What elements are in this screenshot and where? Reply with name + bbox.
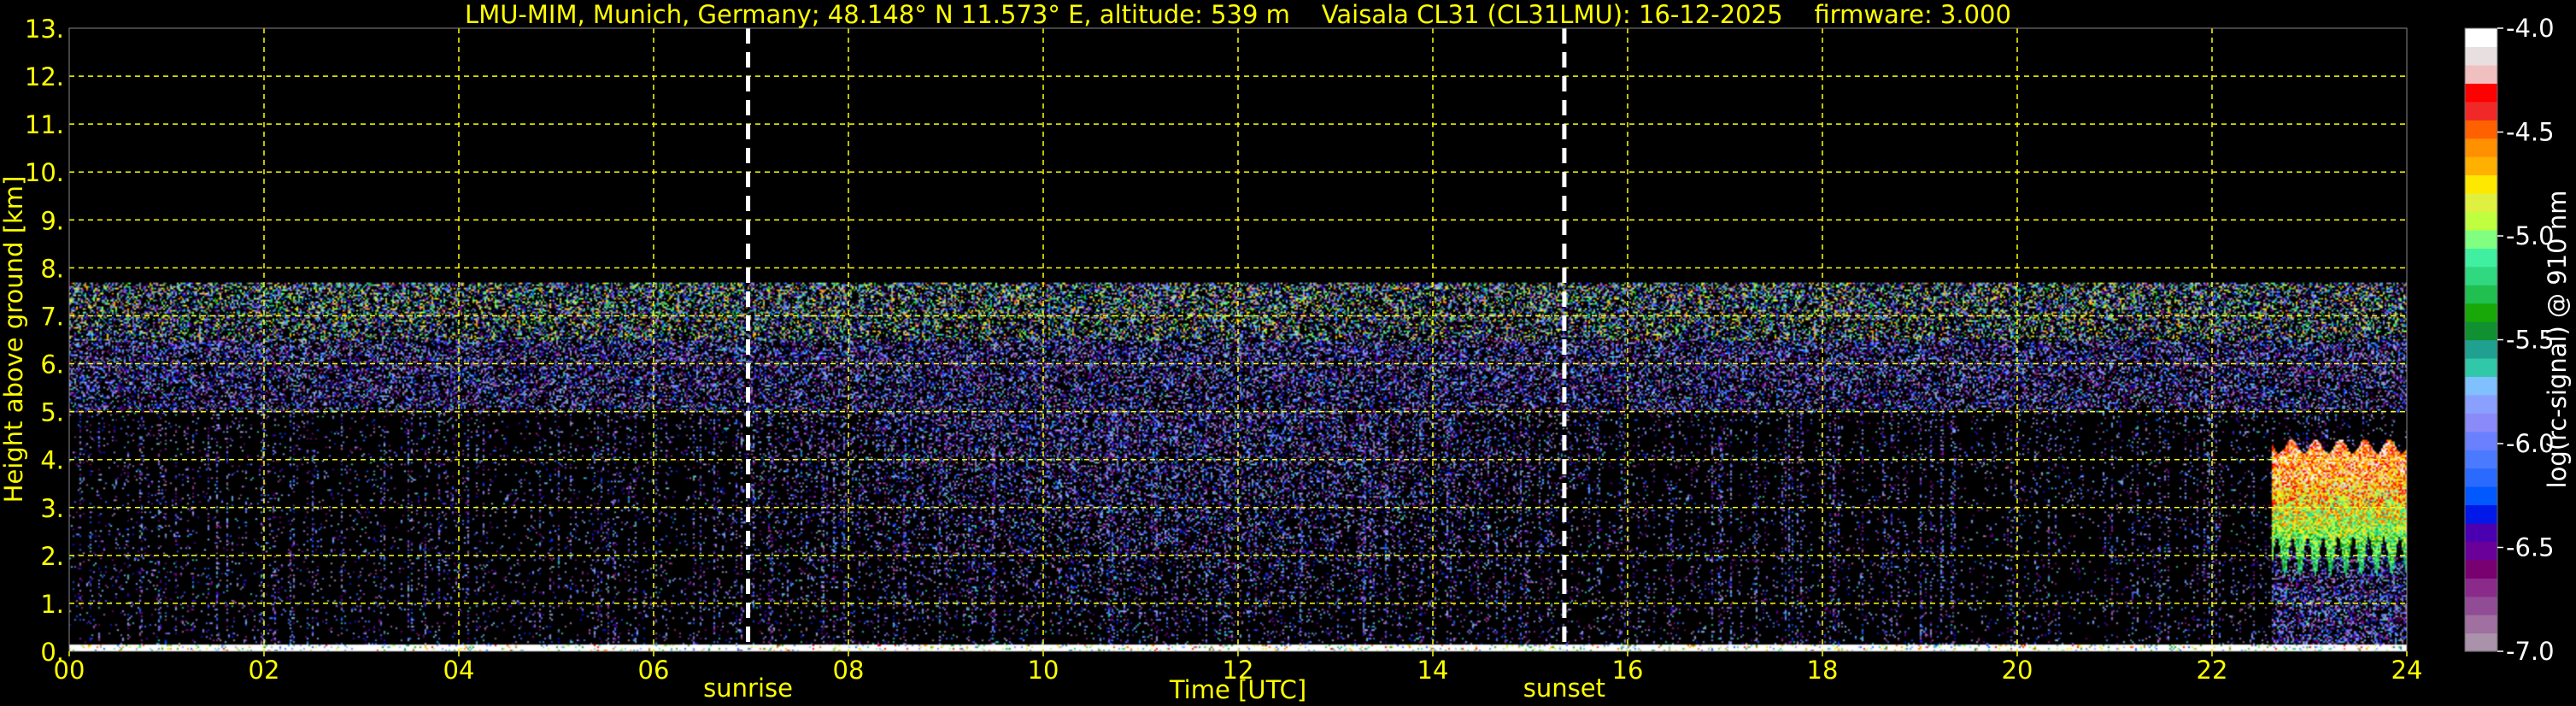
- x-tick-label: 22: [2197, 656, 2228, 685]
- y-axis: 0. 1. 2. 3. 4. 5. 6. 7. 8. 9. 10. 11. 12. 13.: [25, 15, 64, 667]
- colorbar-swatch: [2465, 156, 2497, 176]
- x-tick-label: 10: [1028, 656, 1059, 685]
- colorbar-swatch: [2465, 431, 2497, 450]
- colorbar-swatch: [2465, 266, 2497, 285]
- colorbar-swatch: [2465, 321, 2497, 341]
- x-tick-label: 04: [443, 656, 475, 685]
- colorbar-swatch: [2465, 394, 2497, 414]
- colorbar-swatch: [2465, 413, 2497, 432]
- colorbar-tick-label: -7.0: [2506, 637, 2555, 666]
- colorbar-swatch: [2465, 138, 2497, 157]
- colorbar-swatch: [2465, 486, 2497, 506]
- x-tick-label: 08: [833, 656, 865, 685]
- y-tick-label: 9.: [40, 206, 64, 235]
- colorbar-tick-label: -6.5: [2506, 533, 2555, 562]
- colorbar-swatch: [2465, 522, 2497, 542]
- x-tick-label: 14: [1417, 656, 1449, 685]
- y-tick-label: 4.: [40, 446, 64, 475]
- colorbar-swatch: [2465, 174, 2497, 194]
- colorbar-swatch: [2465, 468, 2497, 487]
- colorbar-swatch: [2465, 192, 2497, 213]
- y-tick-label: 11.: [25, 110, 64, 139]
- colorbar-swatch: [2465, 46, 2497, 66]
- x-tick-label: 02: [249, 656, 280, 685]
- y-tick-label: 1.: [40, 590, 64, 619]
- colorbar-swatch: [2465, 339, 2497, 359]
- y-tick-label: 7.: [40, 302, 64, 331]
- colorbar-swatch: [2465, 28, 2497, 48]
- chart-overlay: LMU-MIM, Munich, Germany; 48.148° N 11.5…: [0, 0, 2572, 704]
- colorbar-swatch: [2465, 211, 2497, 231]
- colorbar-swatch: [2465, 101, 2497, 121]
- colorbar-swatch: [2465, 615, 2497, 634]
- colorbar-swatch: [2465, 632, 2497, 652]
- colorbar-swatch: [2465, 450, 2497, 469]
- x-tick-label: 20: [2002, 656, 2033, 685]
- colorbar-swatch: [2465, 303, 2497, 322]
- colorbar-label: log(rc-signal) @ 910 nm: [2543, 191, 2572, 489]
- colorbar-swatch: [2465, 83, 2497, 103]
- grid-lines: [69, 28, 2407, 651]
- y-tick-label: 5.: [40, 398, 64, 427]
- colorbar-swatch: [2465, 559, 2497, 579]
- colorbar-swatch: [2465, 64, 2497, 84]
- chart-title: LMU-MIM, Munich, Germany; 48.148° N 11.5…: [465, 0, 2011, 29]
- y-axis-label: Height above ground [km]: [0, 176, 28, 503]
- colorbar-swatch: [2465, 596, 2497, 615]
- colorbar-swatch: [2465, 357, 2497, 377]
- colorbar: -7.0-6.5-6.0-5.5-5.0-4.5-4.0: [2464, 14, 2555, 666]
- sun-lines: sunrise sunset: [703, 28, 1605, 703]
- colorbar-swatch: [2465, 120, 2497, 139]
- y-tick-label: 12.: [25, 62, 64, 91]
- colorbar-swatch: [2465, 376, 2497, 396]
- x-tick-label: 16: [1612, 656, 1644, 685]
- sunrise-label: sunrise: [703, 674, 793, 703]
- y-tick-label: 0.: [40, 638, 64, 667]
- colorbar-swatch: [2465, 229, 2497, 249]
- colorbar-swatch: [2465, 578, 2497, 597]
- y-tick-label: 6.: [40, 350, 64, 379]
- colorbar-tick-label: -4.5: [2506, 118, 2555, 147]
- colorbar-swatch: [2465, 504, 2497, 524]
- x-tick-label: 24: [2391, 656, 2423, 685]
- y-tick-label: 2.: [40, 542, 64, 571]
- x-axis-label: Time [UTC]: [1169, 675, 1306, 704]
- colorbar-tick-label: -4.0: [2506, 14, 2555, 43]
- sunset-label: sunset: [1523, 674, 1605, 703]
- y-tick-label: 8.: [40, 254, 64, 283]
- colorbar-swatch: [2465, 541, 2497, 561]
- y-tick-label: 13.: [25, 15, 64, 44]
- x-tick-label: 18: [1807, 656, 1839, 685]
- colorbar-swatch: [2465, 285, 2497, 304]
- y-tick-label: 10.: [25, 158, 64, 187]
- y-tick-label: 3.: [40, 494, 64, 523]
- x-tick-label: 06: [638, 656, 670, 685]
- colorbar-swatch: [2465, 248, 2497, 268]
